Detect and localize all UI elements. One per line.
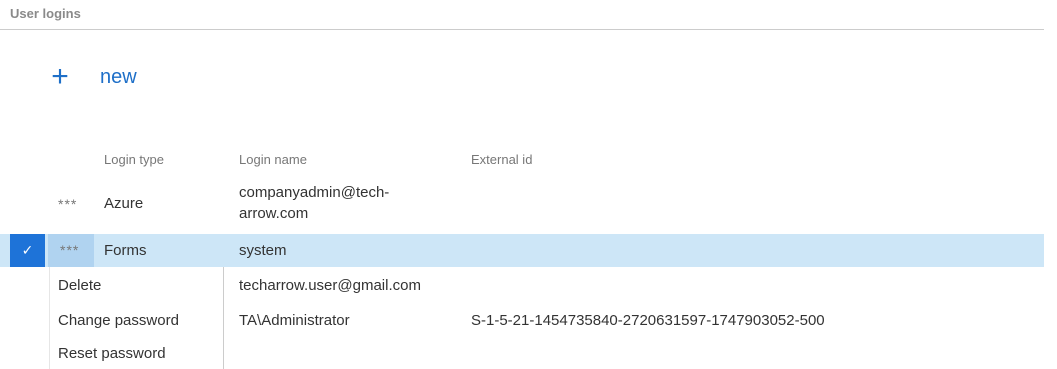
external-id-cell: S-1-5-21-1454735840-2720631597-174790305…: [471, 312, 825, 329]
checkmark-icon: ✓: [21, 242, 34, 258]
login-type-cell: Azure: [104, 195, 144, 212]
section-title: User logins: [10, 6, 81, 21]
table-row-selected[interactable]: ✓ *** Forms system: [0, 234, 1044, 267]
header-divider: [0, 29, 1044, 30]
row-actions-ellipsis[interactable]: ***: [60, 242, 79, 258]
new-login-button[interactable]: + new: [50, 60, 137, 94]
login-name-cell-line2: arrow.com: [239, 205, 309, 222]
plus-icon: +: [51, 60, 69, 93]
table-row[interactable]: *** Azure companyadmin@tech- arrow.com: [0, 180, 1044, 232]
login-name-cell: system: [239, 242, 287, 259]
row-select-checkbox[interactable]: ✓: [10, 234, 45, 267]
row-context-menu: Delete Change password Reset password: [49, 267, 224, 369]
menu-item-delete[interactable]: Delete: [58, 277, 101, 294]
menu-item-change-password[interactable]: Change password: [58, 312, 179, 329]
login-name-cell: TA\Administrator: [239, 312, 350, 329]
login-name-cell-line1: companyadmin@tech-: [239, 184, 390, 201]
menu-item-reset-password[interactable]: Reset password: [58, 345, 166, 362]
login-type-cell: Forms: [104, 242, 147, 259]
new-label: new: [100, 65, 137, 88]
column-header-external-id[interactable]: External id: [471, 152, 532, 167]
login-name-cell: techarrow.user@gmail.com: [239, 277, 421, 294]
column-header-login-name[interactable]: Login name: [239, 152, 307, 167]
row-actions-ellipsis[interactable]: ***: [58, 196, 77, 212]
column-header-login-type[interactable]: Login type: [104, 152, 164, 167]
